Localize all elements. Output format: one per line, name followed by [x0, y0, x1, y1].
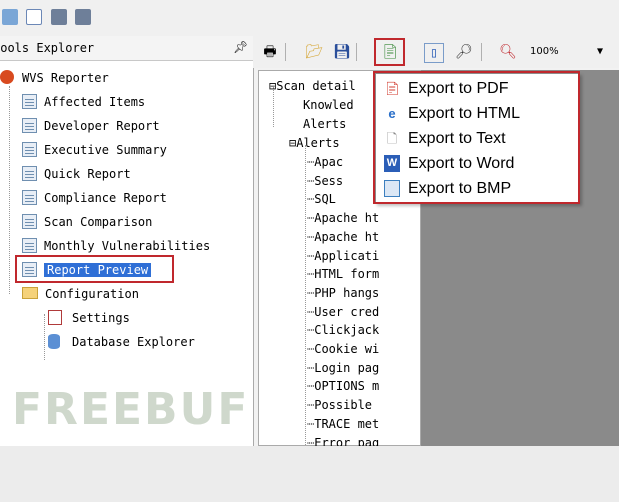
outline-alert-item[interactable]: ┈Applicati	[307, 247, 379, 266]
toolbar-separator	[356, 43, 357, 61]
preview-toolbar: 🖶︎ 📂︎ 💾︎ 📄︎ ▯ 🔎︎ 🔍︎ 100% ▼	[253, 36, 619, 68]
tree-item-scan-comparison[interactable]: Scan Comparison	[22, 212, 152, 232]
outline-alert-item[interactable]: ┈SQL	[307, 190, 336, 209]
tree-label: Executive Summary	[44, 143, 167, 157]
outline-label: Apache ht	[314, 211, 380, 226]
outline-alert-item[interactable]: ┈HTML form	[307, 265, 379, 284]
tree-guide	[305, 145, 306, 445]
toolbar-separator	[285, 43, 286, 61]
report-icon	[22, 118, 37, 133]
report-preview-highlight	[15, 255, 174, 283]
app-icon-1[interactable]	[2, 9, 18, 25]
tree-item-monthly-vulnerabilities[interactable]: Monthly Vulnerabilities	[22, 236, 210, 256]
outline-label: Apache ht	[314, 229, 380, 244]
tools-explorer-header: Tools Explorer 📌︎	[0, 36, 253, 61]
outline-label: Knowled	[303, 98, 354, 112]
outline-label: TRACE met	[314, 416, 380, 431]
print-icon[interactable]: 🖶︎	[261, 43, 279, 61]
outline-item[interactable]: Alerts	[303, 115, 346, 134]
folder-icon	[22, 287, 38, 299]
export-menu-highlight	[373, 71, 580, 204]
tree-label: WVS Reporter	[22, 71, 109, 85]
outline-label: Possible	[314, 398, 373, 413]
watermark-logo: FREEBUF	[12, 384, 250, 435]
outline-item[interactable]: ⊟Alerts	[289, 134, 340, 153]
outline-root[interactable]: ⊟Scan detail	[269, 77, 356, 96]
outline-alert-item[interactable]: ┈TRACE met	[307, 415, 379, 434]
tree-label: Compliance Report	[44, 191, 167, 205]
outline-label: Clickjack	[314, 323, 380, 338]
tree-label: Quick Report	[44, 167, 131, 181]
outline-alert-item[interactable]: ┈User cred	[307, 303, 379, 322]
database-icon	[48, 334, 60, 349]
outline-label: Scan detail	[276, 79, 356, 93]
outline-label: Applicati	[314, 248, 380, 263]
outline-alert-item[interactable]: ┈Possible	[307, 396, 372, 415]
tree-item-configuration[interactable]: Configuration	[22, 284, 139, 304]
tree-item-database-explorer[interactable]: Database Explorer	[48, 332, 195, 352]
outline-alert-item[interactable]: ┈Sess	[307, 172, 343, 191]
export-button-highlight	[374, 38, 405, 66]
outline-alert-item[interactable]: ┈Apac	[307, 153, 343, 172]
outline-label: HTML form	[314, 267, 380, 282]
report-icon	[22, 142, 37, 157]
outline-label: Apac	[314, 155, 344, 169]
outline-alert-item[interactable]: ┈Login pag	[307, 359, 379, 378]
outline-label: OPTIONS m	[314, 379, 380, 394]
outline-alert-item[interactable]: ┈Apache ht	[307, 209, 379, 228]
bottom-area	[0, 446, 619, 502]
tree-item-affected-items[interactable]: Affected Items	[22, 92, 145, 112]
tree-label: Settings	[72, 311, 130, 325]
outline-label: SQL	[314, 192, 336, 207]
outline-label: Cookie wi	[314, 342, 380, 356]
tree-item-developer-report[interactable]: Developer Report	[22, 116, 160, 136]
report-icon	[22, 166, 37, 181]
tree-label: Scan Comparison	[44, 215, 153, 229]
tree-guide	[44, 314, 45, 360]
report-icon	[22, 214, 37, 229]
settings-icon	[48, 310, 62, 325]
tree-item-settings[interactable]: Settings	[48, 308, 130, 328]
outline-label: Alerts	[303, 117, 347, 131]
tree-label: Affected Items	[44, 95, 146, 109]
toolbar-separator	[481, 43, 482, 61]
pin-icon[interactable]: 📌︎	[233, 40, 248, 54]
outline-alert-item[interactable]: ┈Cookie wi	[307, 340, 379, 359]
report-icon	[22, 190, 37, 205]
outline-label: Login pag	[314, 360, 380, 375]
chevron-down-icon[interactable]: ▼	[591, 43, 609, 61]
tree-item-compliance-report[interactable]: Compliance Report	[22, 188, 167, 208]
find-icon[interactable]: 🔎︎	[455, 43, 473, 61]
tree-item-executive-summary[interactable]: Executive Summary	[22, 140, 167, 160]
tree-label: Configuration	[45, 287, 139, 301]
outline-label: PHP hangs	[314, 285, 380, 300]
app-icon-2[interactable]	[26, 9, 42, 25]
zoom-icon[interactable]: 🔍︎	[499, 43, 517, 61]
report-icon	[22, 94, 37, 109]
report-icon	[22, 238, 37, 253]
zoom-value[interactable]: 100%	[530, 46, 559, 57]
outline-alert-item[interactable]: ┈Clickjack	[307, 321, 379, 340]
outline-alert-item[interactable]: ┈Apache ht	[307, 228, 379, 247]
top-toolbar	[0, 0, 619, 36]
outline-alert-item[interactable]: ┈OPTIONS m	[307, 377, 379, 396]
tree-root-wvs-reporter[interactable]: WVS Reporter	[0, 68, 109, 88]
outline-item[interactable]: Knowled	[303, 96, 354, 115]
tree-label: Developer Report	[44, 119, 160, 133]
reporter-icon	[0, 70, 14, 84]
outline-label: Sess	[314, 173, 344, 188]
outline-label: Alerts	[296, 136, 340, 150]
outline-label: User cred	[314, 304, 380, 319]
app-icon-4[interactable]	[75, 9, 91, 25]
tree-label: Database Explorer	[72, 335, 195, 349]
app-icon-3[interactable]	[51, 9, 67, 25]
outline-alert-item[interactable]: ┈PHP hangs	[307, 284, 379, 303]
open-folder-icon[interactable]: 📂︎	[305, 43, 323, 61]
page-view-icon[interactable]: ▯	[424, 43, 444, 63]
tree-label: Monthly Vulnerabilities	[44, 239, 211, 253]
tree-guide	[9, 86, 10, 294]
tree-item-quick-report[interactable]: Quick Report	[22, 164, 131, 184]
panel-title: Tools Explorer	[0, 41, 95, 55]
save-icon[interactable]: 💾︎	[333, 43, 351, 61]
